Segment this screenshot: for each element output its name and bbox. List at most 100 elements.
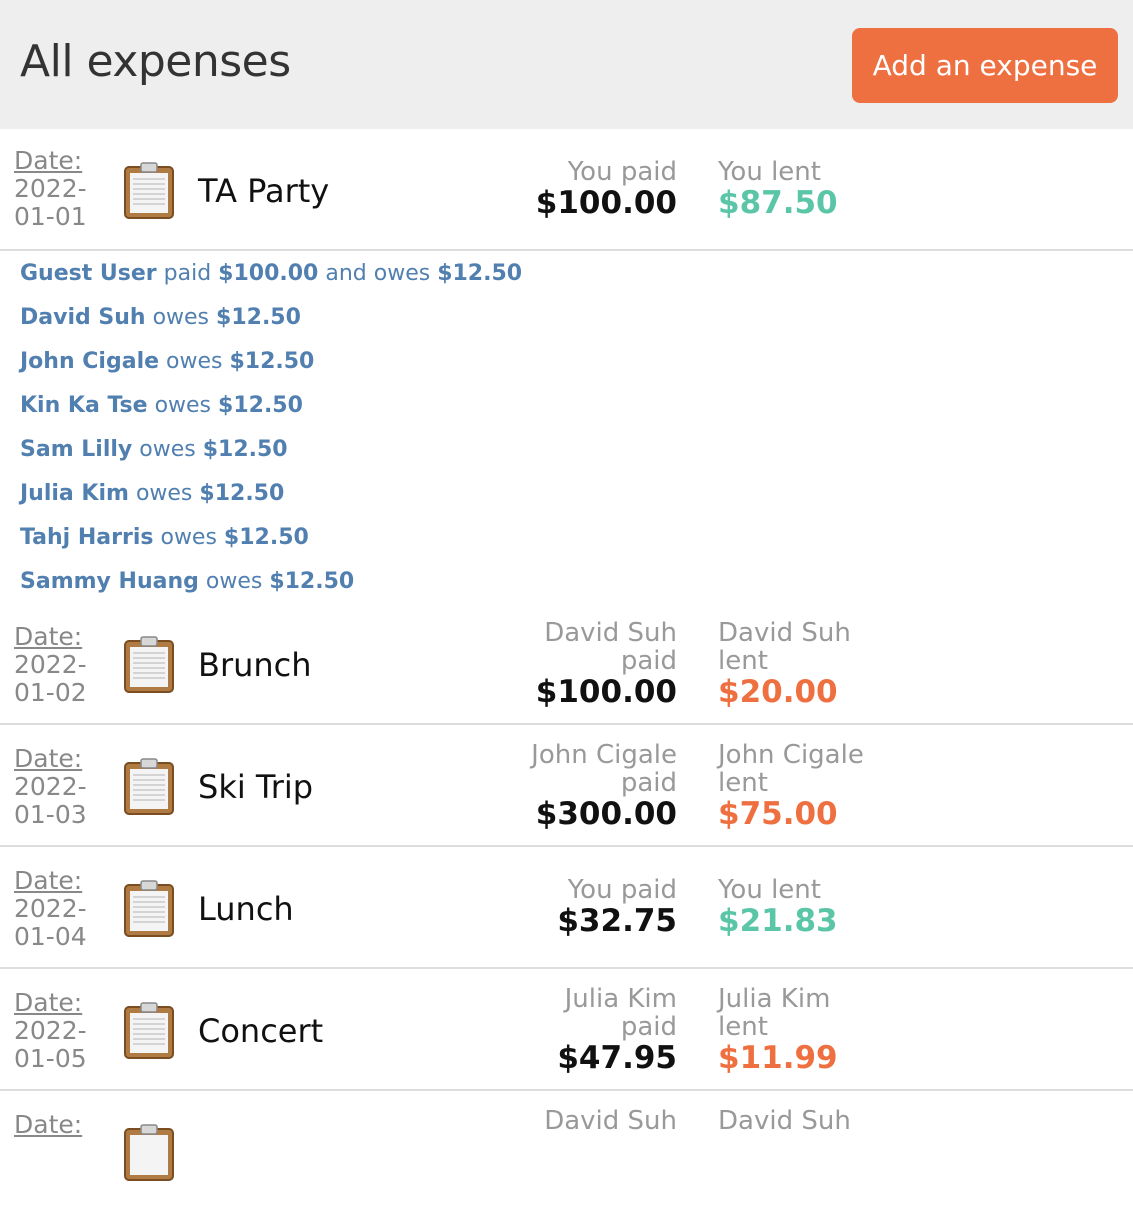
participant-paid: $100.00 — [218, 261, 319, 286]
participant-name[interactable]: Tahj Harris — [20, 525, 153, 550]
lent-label: David Suh — [718, 1106, 851, 1136]
expense-row[interactable]: Date: David Suh David Suh — [0, 1091, 1133, 1213]
detail-verb: paid — [156, 261, 219, 286]
detail-line: Julia Kim owes $12.50 — [20, 481, 284, 506]
participant-owes: $12.50 — [229, 349, 315, 374]
expense-description: Ski Trip — [198, 768, 314, 806]
paid-label: David Suh — [544, 618, 677, 648]
participant-owes: $12.50 — [223, 525, 309, 550]
date-value-line2: 01-01 — [14, 202, 87, 231]
paid-summary: You paid $100.00 — [536, 158, 677, 220]
lent-label: David Suh — [718, 618, 851, 648]
detail-line: Sammy Huang owes $12.50 — [20, 569, 354, 594]
lent-summary: Julia Kim lent $11.99 — [718, 985, 838, 1075]
detail-verb: owes — [147, 393, 219, 418]
detail-line: John Cigale owes $12.50 — [20, 349, 314, 374]
date-label: Date: — [14, 866, 83, 895]
expense-date: Date: 2022- 01-01 — [14, 147, 104, 231]
lent-label: Julia Kim — [718, 984, 831, 1014]
date-value-line1: 2022- — [14, 772, 87, 801]
clipboard-icon — [124, 1002, 174, 1059]
clipboard-icon — [124, 758, 174, 815]
date-value-line2: 01-05 — [14, 1044, 87, 1073]
date-value-line1: 2022- — [14, 894, 87, 923]
paid-label: David Suh — [544, 1106, 677, 1136]
detail-verb: and owes — [318, 261, 438, 286]
lent-label-verb: lent — [718, 768, 768, 798]
participant-name[interactable]: Guest User — [20, 261, 157, 286]
detail-line: Tahj Harris owes $12.50 — [20, 525, 309, 550]
expense-description: TA Party — [198, 172, 330, 210]
participant-name[interactable]: Sammy Huang — [20, 569, 199, 594]
lent-label-verb: lent — [718, 646, 768, 676]
detail-verb: owes — [128, 481, 200, 506]
expense-description: Brunch — [198, 646, 312, 684]
expense-date: Date: 2022- 01-02 — [14, 623, 104, 707]
lent-label: You lent — [718, 875, 821, 905]
paid-label: John Cigale — [531, 740, 677, 770]
paid-summary: John Cigale paid $300.00 — [531, 741, 677, 831]
paid-label-verb: paid — [620, 646, 677, 676]
lent-amount: $87.50 — [718, 185, 838, 221]
lent-label-verb: lent — [718, 1012, 768, 1042]
paid-label-verb: paid — [620, 1012, 677, 1042]
lent-amount: $20.00 — [718, 674, 838, 710]
lent-amount: $11.99 — [718, 1040, 838, 1076]
date-value-line2: 01-03 — [14, 800, 87, 829]
lent-label: John Cigale — [718, 740, 864, 770]
clipboard-icon — [124, 162, 174, 219]
participant-name[interactable]: David Suh — [20, 305, 146, 330]
page-header: All expenses Add an expense — [0, 0, 1133, 129]
participant-name[interactable]: Julia Kim — [20, 481, 129, 506]
expense-date: Date: 2022- 01-03 — [14, 745, 104, 829]
participant-name[interactable]: Sam Lilly — [20, 437, 132, 462]
date-value-line2: 01-02 — [14, 678, 87, 707]
date-label: Date: — [14, 988, 83, 1017]
date-label: Date: — [14, 622, 83, 651]
paid-label-verb: paid — [620, 768, 677, 798]
lent-summary: You lent $21.83 — [718, 876, 838, 938]
date-value-line1: 2022- — [14, 1016, 87, 1045]
expense-row[interactable]: Date: 2022- 01-01 TA Party You paid $100… — [0, 129, 1133, 251]
participant-name[interactable]: Kin Ka Tse — [20, 393, 148, 418]
expense-row[interactable]: Date: 2022- 01-05 Concert Julia Kim paid… — [0, 969, 1133, 1091]
lent-summary: John Cigale lent $75.00 — [718, 741, 864, 831]
lent-label: You lent — [718, 157, 821, 187]
expense-date: Date: 2022- 01-04 — [14, 867, 104, 951]
expense-row[interactable]: Date: 2022- 01-03 Ski Trip John Cigale p… — [0, 725, 1133, 847]
participant-owes: $12.50 — [202, 437, 288, 462]
date-label: Date: — [14, 146, 83, 175]
date-label: Date: — [14, 744, 83, 773]
lent-summary: You lent $87.50 — [718, 158, 838, 220]
paid-summary: Julia Kim paid $47.95 — [557, 985, 677, 1075]
paid-amount: $100.00 — [535, 674, 677, 710]
paid-amount: $47.95 — [557, 1040, 677, 1076]
detail-verb: owes — [132, 437, 203, 462]
expense-details: Guest User paid $100.00 and owes $12.50 … — [0, 251, 1133, 623]
detail-verb: owes — [159, 349, 230, 374]
paid-amount: $300.00 — [535, 796, 677, 832]
paid-summary: You paid $32.75 — [557, 876, 677, 938]
add-expense-button[interactable]: Add an expense — [852, 28, 1118, 103]
detail-line: Guest User paid $100.00 and owes $12.50 — [20, 261, 522, 286]
expense-row[interactable]: Date: 2022- 01-04 Lunch You paid $32.75 … — [0, 847, 1133, 969]
detail-verb: owes — [145, 305, 217, 330]
paid-summary: David Suh — [544, 1107, 677, 1135]
detail-line: Kin Ka Tse owes $12.50 — [20, 393, 303, 418]
paid-label: You paid — [567, 875, 677, 905]
participant-owes: $12.50 — [218, 393, 303, 418]
lent-amount: $21.83 — [718, 903, 838, 939]
detail-line: Sam Lilly owes $12.50 — [20, 437, 288, 462]
participant-owes: $12.50 — [199, 481, 285, 506]
clipboard-icon — [124, 636, 174, 693]
expense-date: Date: — [14, 1111, 104, 1139]
expense-row[interactable]: Date: 2022- 01-02 Brunch David Suh paid … — [0, 603, 1133, 725]
clipboard-icon — [124, 1124, 174, 1181]
participant-owes: $12.50 — [216, 305, 301, 330]
participant-name[interactable]: John Cigale — [20, 349, 159, 374]
paid-label: Julia Kim — [564, 984, 677, 1014]
paid-summary: David Suh paid $100.00 — [536, 619, 677, 709]
lent-summary: David Suh — [718, 1107, 851, 1135]
clipboard-icon — [124, 880, 174, 937]
lent-amount: $75.00 — [718, 796, 838, 832]
